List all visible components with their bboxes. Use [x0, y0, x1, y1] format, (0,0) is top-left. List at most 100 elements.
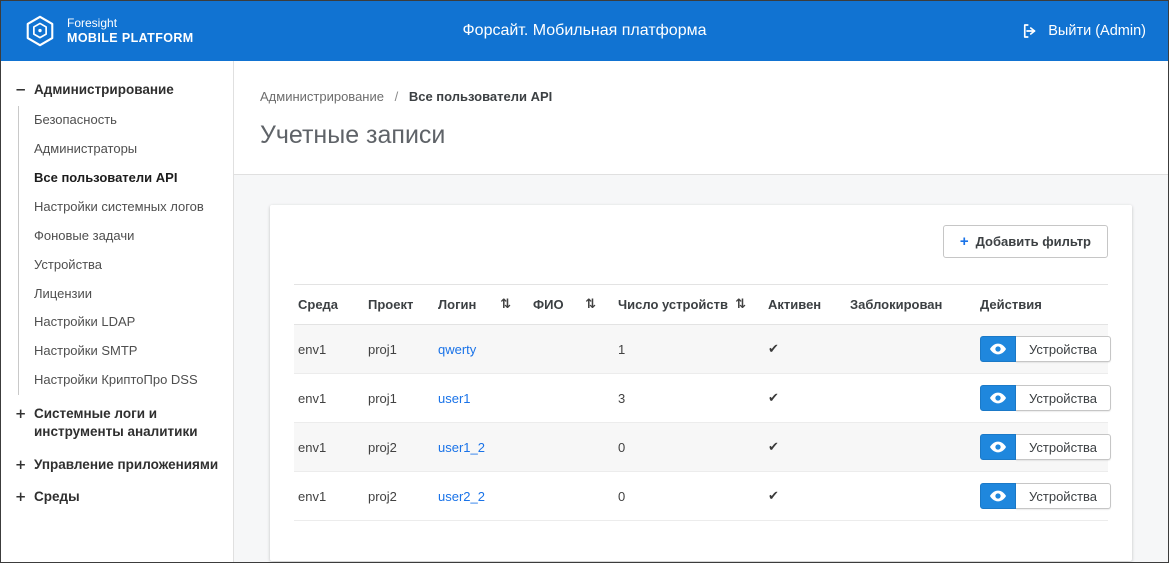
view-devices-button[interactable]	[980, 434, 1016, 460]
plus-icon: +	[960, 234, 969, 249]
cell-active: ✔	[764, 374, 846, 423]
cell-active: ✔	[764, 472, 846, 521]
column-header: Логин⇅	[434, 285, 529, 325]
login-link[interactable]: user1_2	[438, 440, 485, 455]
devices-button[interactable]: Устройства	[1016, 336, 1111, 362]
sort-icon[interactable]: ⇅	[585, 297, 596, 312]
sidebar-section-2: +Управление приложениями	[13, 450, 225, 480]
table-body: env1proj1qwerty1✔Устройстваenv1proj1user…	[294, 325, 1108, 521]
eye-icon	[990, 490, 1006, 502]
devices-button[interactable]: Устройства	[1016, 483, 1111, 509]
cell-project: proj2	[364, 423, 434, 472]
sidebar-item[interactable]: Администраторы	[32, 135, 225, 164]
eye-icon	[990, 343, 1006, 355]
login-link[interactable]: user1	[438, 391, 471, 406]
logo-subtitle: MOBILE PLATFORM	[67, 31, 194, 47]
sidebar-item[interactable]: Лицензии	[32, 280, 225, 309]
column-header-label: Число устройств	[618, 297, 728, 312]
column-header-label: Среда	[298, 297, 338, 312]
collapse-icon[interactable]: −	[15, 81, 27, 99]
sidebar-item[interactable]: Настройки КриптоПро DSS	[32, 366, 225, 395]
cell-login: user1	[434, 374, 529, 423]
actions-button-group: Устройства	[980, 483, 1111, 509]
cell-fio	[529, 374, 614, 423]
sidebar-section-toggle[interactable]: −Администрирование	[13, 75, 225, 105]
expand-icon[interactable]: +	[15, 456, 27, 474]
table-row: env1proj2user2_20✔Устройства	[294, 472, 1108, 521]
sidebar-item[interactable]: Устройства	[32, 251, 225, 280]
table-row: env1proj1user13✔Устройства	[294, 374, 1108, 423]
column-header-label: Проект	[368, 297, 413, 312]
app-window: Foresight MOBILE PLATFORM Форсайт. Мобил…	[0, 0, 1169, 563]
cell-blocked	[846, 374, 976, 423]
cell-login: qwerty	[434, 325, 529, 374]
active-check-icon: ✔	[768, 489, 779, 504]
cell-env: env1	[294, 423, 364, 472]
expand-icon[interactable]: +	[15, 488, 27, 506]
expand-icon[interactable]: +	[15, 405, 27, 423]
actions-button-group: Устройства	[980, 434, 1111, 460]
sidebar-item[interactable]: Безопасность	[32, 106, 225, 135]
cell-devices-count: 3	[614, 374, 764, 423]
sort-icon[interactable]: ⇅	[735, 297, 746, 312]
cell-env: env1	[294, 325, 364, 374]
actions-button-group: Устройства	[980, 336, 1111, 362]
sidebar-section-items: БезопасностьАдминистраторыВсе пользовате…	[18, 106, 225, 395]
cell-blocked	[846, 472, 976, 521]
logo-title: Foresight	[67, 16, 194, 31]
sidebar-item[interactable]: Все пользователи API	[32, 164, 225, 193]
sidebar-section-label: Среды	[34, 488, 80, 506]
cell-project: proj1	[364, 325, 434, 374]
login-link[interactable]: qwerty	[438, 342, 476, 357]
cell-login: user1_2	[434, 423, 529, 472]
body: −АдминистрированиеБезопасностьАдминистра…	[1, 61, 1168, 562]
column-header: Заблокирован	[846, 285, 976, 325]
column-header-label: Активен	[768, 297, 821, 312]
add-filter-label: Добавить фильтр	[976, 234, 1091, 249]
sidebar-item[interactable]: Фоновые задачи	[32, 222, 225, 251]
table-header-row: Среда Проект Логин⇅ ФИО ⇅ Число устройств ⇅ Акт…	[294, 285, 1108, 325]
main-area: Администрирование / Все пользователи API…	[234, 61, 1168, 562]
logout-icon	[1021, 22, 1039, 40]
column-header: Проект	[364, 285, 434, 325]
view-devices-button[interactable]	[980, 483, 1016, 509]
breadcrumb: Администрирование / Все пользователи API	[234, 61, 1168, 104]
eye-icon	[990, 392, 1006, 404]
cell-devices-count: 0	[614, 472, 764, 521]
sidebar-item[interactable]: Настройки LDAP	[32, 308, 225, 337]
logout-button[interactable]: Выйти (Admin)	[1021, 22, 1146, 40]
breadcrumb-current: Все пользователи API	[409, 89, 552, 104]
logo-text: Foresight MOBILE PLATFORM	[67, 16, 194, 47]
active-check-icon: ✔	[768, 391, 779, 406]
sidebar-section-toggle[interactable]: + Среды	[13, 482, 225, 512]
login-link[interactable]: user2_2	[438, 489, 485, 504]
cell-fio	[529, 472, 614, 521]
table-header: Среда Проект Логин⇅ ФИО ⇅ Число устройств ⇅ Акт…	[294, 285, 1108, 325]
logout-label: Выйти (Admin)	[1048, 23, 1146, 39]
table-row: env1proj1qwerty1✔Устройства	[294, 325, 1108, 374]
cell-active: ✔	[764, 423, 846, 472]
view-devices-button[interactable]	[980, 385, 1016, 411]
sidebar-section-label: Системные логи и инструменты аналитики	[34, 405, 223, 441]
sidebar-section-toggle[interactable]: + Системные логи и инструменты аналитики	[13, 399, 225, 447]
devices-button[interactable]: Устройства	[1016, 434, 1111, 460]
add-filter-button[interactable]: + Добавить фильтр	[943, 225, 1108, 258]
view-devices-button[interactable]	[980, 336, 1016, 362]
breadcrumb-separator: /	[395, 89, 399, 104]
table-row: env1proj2user1_20✔Устройства	[294, 423, 1108, 472]
sort-icon[interactable]: ⇅	[500, 297, 511, 312]
column-header-label: ФИО	[533, 297, 564, 312]
devices-button[interactable]: Устройства	[1016, 385, 1111, 411]
breadcrumb-parent[interactable]: Администрирование	[260, 89, 384, 104]
sidebar-item[interactable]: Настройки системных логов	[32, 193, 225, 222]
column-header-label: Заблокирован	[850, 297, 942, 312]
sidebar-section-toggle[interactable]: +Управление приложениями	[13, 450, 225, 480]
content-area: + Добавить фильтр Среда Проект Логин⇅ ФИО ⇅ Ч…	[234, 175, 1168, 562]
cell-env: env1	[294, 374, 364, 423]
column-header: Активен	[764, 285, 846, 325]
logo: Foresight MOBILE PLATFORM	[23, 14, 194, 48]
eye-icon	[990, 441, 1006, 453]
sidebar-section-3: + Среды	[13, 482, 225, 512]
sidebar-item[interactable]: Настройки SMTP	[32, 337, 225, 366]
column-header: ФИО ⇅	[529, 285, 614, 325]
